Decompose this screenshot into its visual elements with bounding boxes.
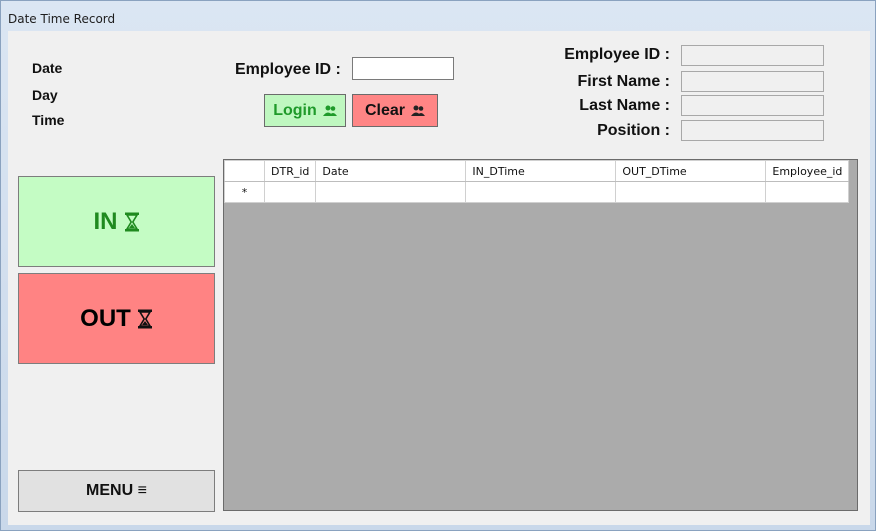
- table-cell[interactable]: [315, 181, 467, 203]
- records-grid[interactable]: DTR_id Date IN_DTime OUT_DTime Employee_…: [223, 159, 858, 511]
- col-header-in-dtime[interactable]: IN_DTime: [465, 160, 617, 182]
- position-label: Position :: [597, 122, 670, 139]
- col-header-out-dtime[interactable]: OUT_DTime: [615, 160, 767, 182]
- app-window: Date Time Record Date Day Time Employee …: [0, 0, 876, 531]
- row-header-corner: [224, 160, 265, 182]
- last-name-label: Last Name :: [579, 97, 670, 114]
- employee-id-input[interactable]: [353, 58, 453, 79]
- table-row[interactable]: *: [224, 181, 850, 203]
- position-field[interactable]: [681, 120, 824, 141]
- time-label: Time: [32, 112, 65, 128]
- hourglass-icon: [124, 212, 139, 231]
- hourglass-icon: [137, 309, 152, 328]
- table-cell[interactable]: [263, 181, 317, 203]
- client-area: Date Day Time Employee ID : Login Clear: [8, 31, 870, 525]
- grid-header-row: DTR_id Date IN_DTime OUT_DTime Employee_…: [224, 160, 850, 182]
- col-header-employee-id[interactable]: Employee_id: [765, 160, 850, 182]
- day-label: Day: [32, 87, 58, 103]
- login-employee-id-label: Employee ID :: [235, 61, 341, 78]
- table-cell[interactable]: [465, 181, 617, 203]
- menu-button-label: MENU ≡: [86, 482, 147, 499]
- details-employee-id-field[interactable]: [681, 45, 824, 66]
- clear-button-label: Clear: [364, 101, 406, 119]
- window-title: Date Time Record: [8, 12, 116, 26]
- login-button-label: Login: [273, 101, 317, 119]
- first-name-label: First Name :: [577, 73, 670, 90]
- new-row-marker: *: [224, 181, 265, 203]
- login-button[interactable]: Login: [264, 94, 346, 127]
- details-employee-id-label: Employee ID :: [564, 46, 670, 63]
- menu-button[interactable]: MENU ≡: [18, 470, 215, 512]
- clear-button[interactable]: Clear: [352, 94, 438, 127]
- table-cell[interactable]: [765, 181, 850, 203]
- records-table: DTR_id Date IN_DTime OUT_DTime Employee_…: [224, 160, 850, 203]
- table-cell[interactable]: [615, 181, 767, 203]
- out-button-label: OUT: [80, 304, 131, 332]
- last-name-field[interactable]: [681, 95, 824, 116]
- out-button[interactable]: OUT: [18, 273, 215, 364]
- col-header-date[interactable]: Date: [315, 160, 467, 182]
- users-icon: [322, 105, 337, 116]
- users-icon: [411, 105, 426, 116]
- in-button[interactable]: IN: [18, 176, 215, 267]
- in-button-label: IN: [93, 207, 118, 235]
- date-label: Date: [32, 60, 63, 76]
- col-header-dtr-id[interactable]: DTR_id: [263, 160, 317, 182]
- first-name-field[interactable]: [681, 71, 824, 92]
- employee-id-input-wrap: [352, 57, 454, 80]
